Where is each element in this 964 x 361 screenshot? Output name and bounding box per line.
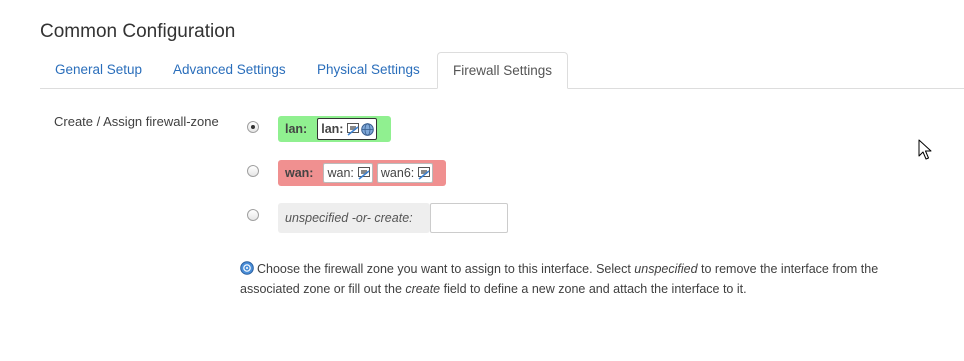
tab-advanced-settings[interactable]: Advanced Settings bbox=[158, 52, 301, 87]
unspecified-label: unspecified -or- create: bbox=[285, 211, 413, 225]
zone-unspecified[interactable]: unspecified -or- create: bbox=[278, 203, 430, 233]
zone-wan-name: wan: bbox=[285, 166, 314, 180]
create-zone-input[interactable] bbox=[430, 203, 508, 233]
zone-unspecified-radio[interactable] bbox=[247, 209, 259, 221]
help-text-part1: Choose the firewall zone you want to ass… bbox=[257, 262, 635, 276]
help-text: Choose the firewall zone you want to ass… bbox=[240, 259, 940, 299]
zone-lan-radio[interactable] bbox=[247, 121, 259, 133]
wireless-icon bbox=[361, 122, 375, 136]
tab-firewall-settings[interactable]: Firewall Settings bbox=[437, 52, 569, 89]
interface-lan: lan: bbox=[317, 118, 378, 140]
zone-lan-name: lan: bbox=[285, 122, 308, 136]
interface-wan: wan: bbox=[323, 163, 373, 183]
interface-wan6-label: wan6: bbox=[380, 166, 415, 180]
tab-bar: General Setup Advanced Settings Physical… bbox=[40, 52, 964, 89]
interface-lan-label: lan: bbox=[321, 122, 344, 136]
zone-lan[interactable]: lan: lan: bbox=[278, 116, 391, 142]
interface-wan-label: wan: bbox=[327, 166, 354, 180]
firewall-zone-label: Create / Assign firewall-zone bbox=[54, 114, 219, 129]
section-title: Common Configuration bbox=[40, 21, 236, 42]
ethernet-port-icon bbox=[418, 166, 431, 180]
tab-general-setup[interactable]: General Setup bbox=[40, 52, 157, 87]
tab-physical-settings[interactable]: Physical Settings bbox=[302, 52, 435, 87]
mouse-cursor-icon bbox=[918, 139, 932, 161]
zone-wan[interactable]: wan: wan: wan6: bbox=[278, 160, 446, 186]
info-icon bbox=[240, 261, 254, 275]
zone-wan-radio[interactable] bbox=[247, 165, 259, 177]
help-text-em-unspecified: unspecified bbox=[634, 262, 698, 276]
ethernet-port-icon bbox=[357, 166, 370, 180]
interface-wan6: wan6: bbox=[376, 163, 434, 183]
help-text-em-create: create bbox=[405, 282, 441, 296]
ethernet-port-icon bbox=[347, 122, 360, 136]
help-text-part3: field to define a new zone and attach th… bbox=[440, 282, 747, 296]
